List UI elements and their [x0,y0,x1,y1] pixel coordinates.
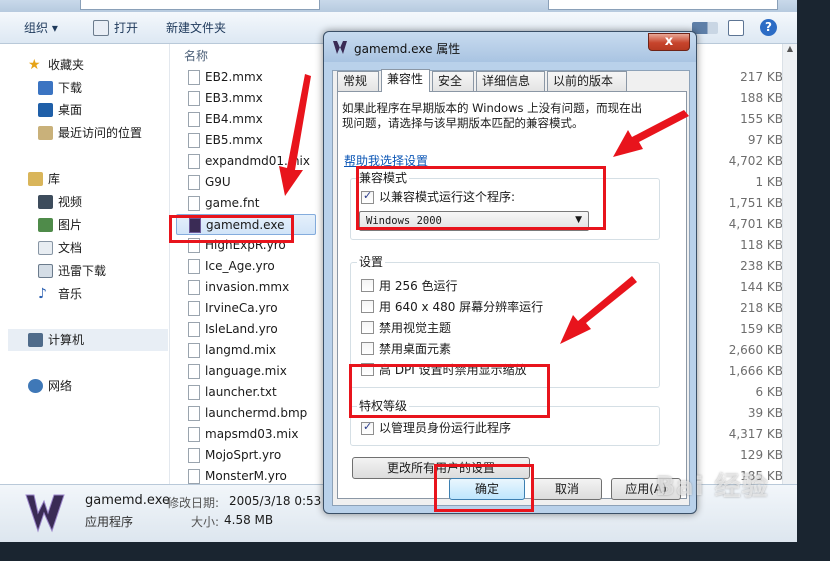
tab-1[interactable]: 兼容性 [381,69,430,92]
watermark: Bai 经验 [655,472,769,502]
arrow-to-compat [613,110,689,157]
arrow-to-privilege [560,276,637,344]
arrow-to-file [279,74,311,196]
